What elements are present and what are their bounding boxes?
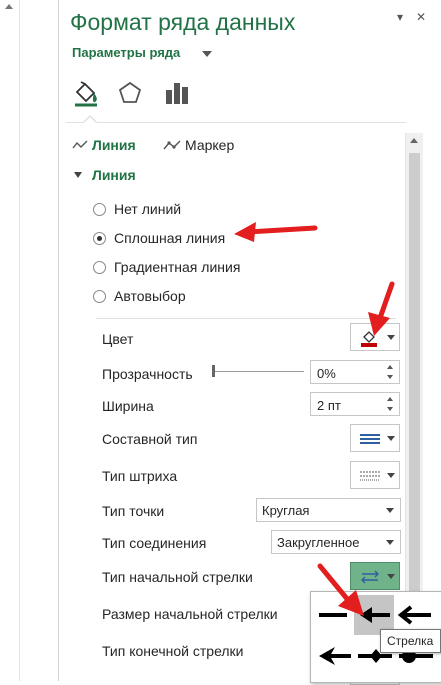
join-type-label: Тип соединения — [102, 535, 207, 551]
series-options-tab-icon[interactable] — [162, 78, 192, 108]
radio-no-line-label[interactable]: Нет линий — [114, 201, 181, 217]
end-arrow-type-label: Тип конечной стрелки — [102, 643, 244, 659]
radio-solid-line-label[interactable]: Сплошная линия — [114, 230, 225, 246]
radio-gradient-line-label[interactable]: Градиентная линия — [114, 259, 240, 275]
transparency-slider[interactable] — [214, 371, 304, 372]
cap-type-label: Тип точки — [102, 503, 165, 519]
begin-arrow-size-label: Размер начальной стрелки — [102, 606, 278, 622]
join-type-select[interactable]: Закругленное — [271, 530, 401, 554]
line-tab-icon — [72, 140, 88, 149]
separator — [96, 318, 396, 319]
radio-automatic[interactable] — [93, 290, 106, 303]
chevron-down-icon[interactable] — [202, 51, 212, 57]
width-input[interactable]: 2 пт — [310, 392, 400, 416]
transparency-label: Прозрачность — [102, 366, 193, 382]
width-label: Ширина — [102, 398, 154, 414]
begin-arrow-type-label: Тип начальной стрелки — [102, 569, 253, 585]
radio-no-line[interactable] — [93, 203, 106, 216]
scroll-up-icon[interactable] — [410, 138, 418, 143]
tab-line[interactable]: Линия — [92, 137, 136, 153]
tooltip: Стрелка — [380, 629, 441, 653]
compound-type-button[interactable] — [350, 424, 400, 452]
dash-type-button[interactable] — [350, 461, 400, 489]
radio-automatic-label[interactable]: Автовыбор — [114, 288, 186, 304]
cap-type-select[interactable]: Круглая — [256, 498, 401, 522]
chevron-down-icon[interactable] — [386, 540, 394, 545]
annotation-arrow-icon — [368, 281, 395, 336]
series-options-dropdown[interactable]: Параметры ряда — [72, 45, 180, 60]
arrow-option-stealth[interactable] — [313, 636, 353, 676]
dash-lines-icon — [360, 471, 380, 481]
color-label: Цвет — [102, 331, 134, 347]
radio-solid-line[interactable] — [93, 232, 106, 245]
pane-options-button[interactable]: ▾ — [393, 10, 407, 24]
effects-tab-icon[interactable] — [115, 78, 145, 108]
marker-tab-icon — [163, 140, 181, 150]
tab-divider — [66, 122, 406, 123]
section-line-header[interactable]: Линия — [92, 167, 136, 183]
compound-type-label: Составной тип — [102, 431, 198, 447]
fill-line-tab-icon[interactable] — [71, 78, 101, 108]
worksheet-scrollbar[interactable] — [1, 0, 20, 681]
close-icon[interactable]: ✕ — [414, 10, 428, 24]
tab-marker[interactable]: Маркер — [185, 137, 234, 153]
compound-lines-icon — [360, 434, 380, 444]
radio-gradient-line[interactable] — [93, 261, 106, 274]
dash-type-label: Тип штриха — [102, 468, 178, 484]
collapse-triangle-icon[interactable] — [74, 172, 82, 178]
annotation-arrow-icon — [317, 563, 364, 616]
chevron-down-icon[interactable] — [386, 508, 394, 513]
annotation-arrow-icon — [234, 222, 318, 242]
transparency-input[interactable]: 0% — [310, 360, 400, 384]
pane-title: Формат ряда данных — [70, 9, 296, 35]
transparency-slider-thumb[interactable] — [212, 365, 215, 377]
